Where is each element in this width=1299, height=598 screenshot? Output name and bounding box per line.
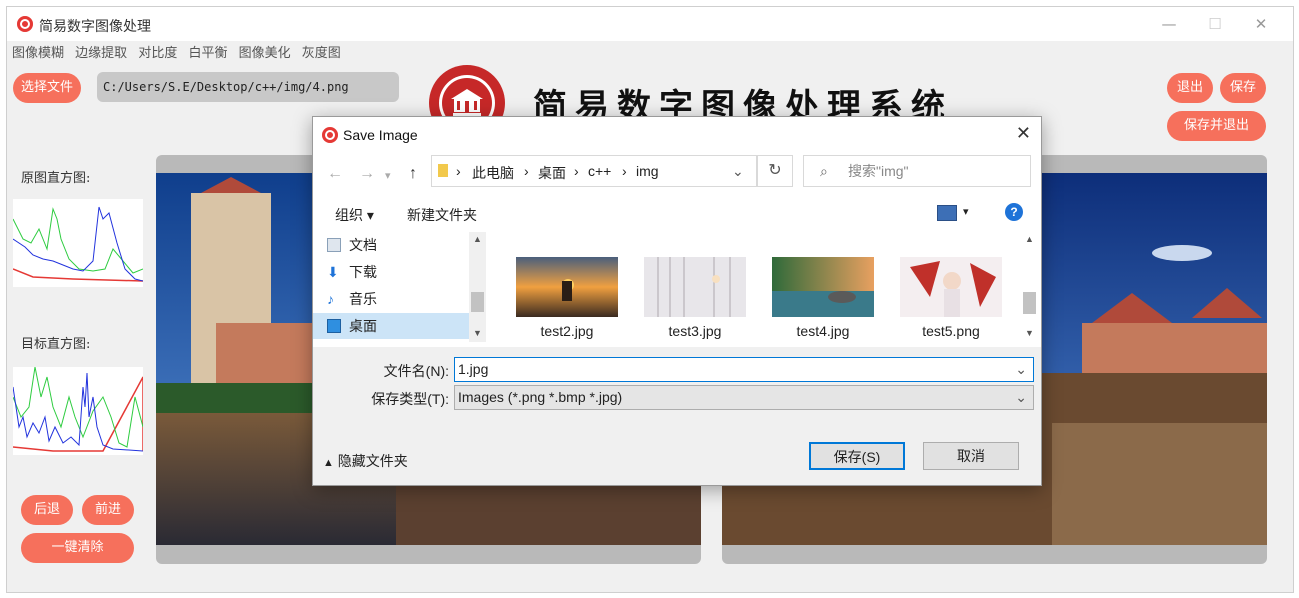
scroll-up-icon[interactable]: ▲ [1025, 234, 1034, 244]
file-name[interactable]: test4.jpg [764, 323, 882, 339]
breadcrumb-sep-icon: › [622, 163, 627, 179]
nav-item-music[interactable]: ♪ 音乐 [327, 286, 377, 312]
new-folder-button[interactable]: 新建文件夹 [407, 205, 477, 225]
dialog-title: Save Image [343, 127, 418, 143]
nav-up-button[interactable]: ↑ [409, 165, 417, 183]
filetype-select[interactable]: Images (*.png *.bmp *.jpg) ⌄ [454, 385, 1034, 410]
scroll-up-icon[interactable]: ▲ [473, 234, 482, 244]
file-path-field: C:/Users/S.E/Desktop/c++/img/4.png [97, 72, 399, 102]
search-icon: ⌕ [820, 163, 828, 179]
dialog-close-button[interactable]: ✕ [1016, 123, 1031, 144]
download-icon: ⬇ [327, 264, 339, 280]
menu-contrast[interactable]: 对比度 [138, 43, 177, 65]
save-dialog-button[interactable]: 保存(S) [809, 442, 905, 470]
menu-edge[interactable]: 边缘提取 [75, 43, 127, 65]
chevron-up-icon: ▲ [323, 457, 334, 469]
app-icon [17, 16, 33, 32]
desktop-icon [327, 319, 341, 333]
back-button[interactable]: 后退 [21, 495, 73, 525]
window-title: 简易数字图像处理 [39, 19, 151, 35]
nav-back-button[interactable]: ← [327, 165, 343, 183]
filename-dropdown-icon[interactable]: ⌄ [1015, 358, 1027, 381]
breadcrumb-cpp[interactable]: c++ [588, 163, 611, 179]
target-histogram [12, 366, 144, 455]
exit-button[interactable]: 退出 [1167, 73, 1213, 103]
breadcrumb-sep-icon: › [524, 163, 529, 179]
document-icon [327, 238, 341, 252]
minimize-button[interactable]: — [1149, 12, 1189, 36]
nav-scrollbar[interactable]: ▲ ▼ [469, 232, 486, 342]
file-thumbnail[interactable] [900, 257, 1002, 317]
target-histogram-label: 目标直方图: [21, 337, 91, 352]
menu-bar: 图像模糊 边缘提取 对比度 白平衡 图像美化 灰度图 [7, 43, 343, 65]
files-scrollbar[interactable]: ▲ ▼ [1021, 232, 1038, 342]
breadcrumb-sep-icon: › [456, 163, 461, 179]
file-name[interactable]: test5.png [892, 323, 1010, 339]
recent-locations-chevron-icon[interactable]: ▾ [385, 169, 391, 182]
forward-button[interactable]: 前进 [82, 495, 134, 525]
breadcrumb-sep-icon: › [574, 163, 579, 179]
file-thumbnail[interactable] [516, 257, 618, 317]
navigation-pane: 文档 ⬇ 下载 ♪ 音乐 桌面 ▲ ▼ [313, 232, 486, 342]
view-mode-icon[interactable] [937, 205, 957, 221]
original-histogram-label: 原图直方图: [21, 171, 91, 186]
refresh-button[interactable]: ↻ [757, 155, 793, 187]
breadcrumb-img[interactable]: img [636, 163, 659, 179]
filename-label: 文件名(N): [383, 363, 449, 379]
cancel-dialog-button[interactable]: 取消 [923, 442, 1019, 470]
nav-forward-button[interactable]: → [359, 165, 375, 183]
save-and-exit-button[interactable]: 保存并退出 [1167, 111, 1266, 141]
menu-blur[interactable]: 图像模糊 [12, 43, 64, 65]
menu-beautify[interactable]: 图像美化 [239, 43, 291, 65]
address-dropdown-icon[interactable]: ⌄ [732, 163, 744, 180]
scroll-thumb[interactable] [471, 292, 484, 312]
menu-grayscale[interactable]: 灰度图 [302, 43, 341, 65]
filename-input[interactable]: 1.jpg ⌄ [454, 357, 1034, 382]
scroll-down-icon[interactable]: ▼ [473, 328, 482, 338]
nav-item-desktop[interactable]: 桌面 [327, 313, 377, 339]
menu-white-balance[interactable]: 白平衡 [188, 43, 227, 65]
view-dropdown-icon[interactable]: ▾ [963, 205, 969, 218]
file-thumbnail[interactable] [772, 257, 874, 317]
save-image-dialog: Save Image ✕ ← → ▾ ↑ › 此电脑 › 桌面 › c++ › … [312, 116, 1042, 486]
filetype-label: 保存类型(T): [371, 391, 449, 407]
folder-icon [438, 164, 448, 177]
maximize-button[interactable]: ☐ [1195, 12, 1235, 36]
file-name[interactable]: test2.jpg [508, 323, 626, 339]
file-list: test2.jpg test3.jpg test4.jpg test5.png … [491, 232, 1036, 342]
scroll-down-icon[interactable]: ▼ [1025, 328, 1034, 338]
hide-folders-toggle[interactable]: ▲ 隐藏文件夹 [323, 451, 408, 471]
file-thumbnail[interactable] [644, 257, 746, 317]
file-name[interactable]: test3.jpg [636, 323, 754, 339]
breadcrumb-this-pc[interactable]: 此电脑 [472, 163, 514, 183]
address-bar[interactable]: › 此电脑 › 桌面 › c++ › img ⌄ [431, 155, 757, 187]
nav-item-downloads[interactable]: ⬇ 下载 [327, 259, 377, 285]
dialog-app-icon [322, 127, 338, 143]
dialog-toolbar: 组织 ▾ 新建文件夹 ▾ ? [313, 199, 1041, 227]
breadcrumb-desktop[interactable]: 桌面 [538, 163, 566, 183]
organize-menu[interactable]: 组织 ▾ [335, 205, 374, 225]
select-file-button[interactable]: 选择文件 [13, 73, 81, 103]
search-input[interactable]: ⌕ 搜索"img" [803, 155, 1031, 187]
clear-all-button[interactable]: 一键清除 [21, 533, 134, 563]
title-bar: 简易数字图像处理 — ☐ ✕ [7, 7, 1293, 41]
close-button[interactable]: ✕ [1241, 12, 1281, 36]
scroll-thumb[interactable] [1023, 292, 1036, 314]
save-button[interactable]: 保存 [1220, 73, 1266, 103]
music-icon: ♪ [327, 291, 334, 307]
original-histogram [12, 199, 144, 287]
nav-item-documents[interactable]: 文档 [327, 232, 377, 258]
filetype-dropdown-icon[interactable]: ⌄ [1015, 386, 1027, 409]
help-icon[interactable]: ? [1005, 203, 1023, 221]
